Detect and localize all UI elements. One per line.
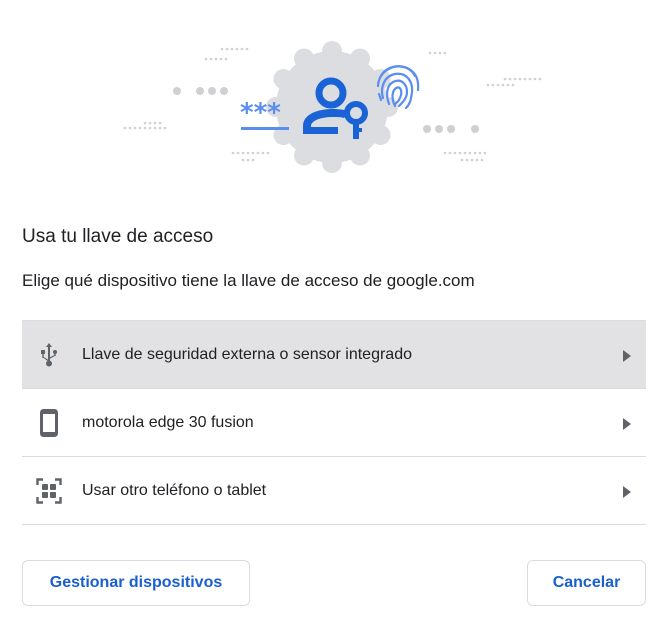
dialog-subtitle: Elige qué dispositivo tiene la llave de … <box>22 271 475 290</box>
usb-icon <box>36 342 62 368</box>
device-label: Usar otro teléfono o tablet <box>82 481 267 499</box>
svg-text:***: *** <box>240 98 281 128</box>
cancel-button[interactable]: Cancelar <box>527 560 646 606</box>
device-label: motorola edge 30 fusion <box>82 413 254 431</box>
device-item-other-phone[interactable]: Usar otro teléfono o tablet <box>22 457 646 525</box>
dialog-title: Usa tu llave de acceso <box>22 226 214 247</box>
device-item-security-key[interactable]: Llave de seguridad externa o sensor inte… <box>22 320 646 389</box>
manage-devices-button[interactable]: Gestionar dispositivos <box>22 560 250 606</box>
device-list: Llave de seguridad externa o sensor inte… <box>22 320 646 525</box>
device-label: Llave de seguridad externa o sensor inte… <box>82 345 412 363</box>
qr-code-icon <box>36 477 62 504</box>
phone-icon <box>36 408 62 437</box>
passkey-illustration: *** <box>0 0 663 200</box>
chevron-right-icon <box>622 417 632 430</box>
device-item-phone[interactable]: motorola edge 30 fusion <box>22 389 646 457</box>
chevron-right-icon <box>622 349 632 362</box>
chevron-right-icon <box>622 485 632 498</box>
